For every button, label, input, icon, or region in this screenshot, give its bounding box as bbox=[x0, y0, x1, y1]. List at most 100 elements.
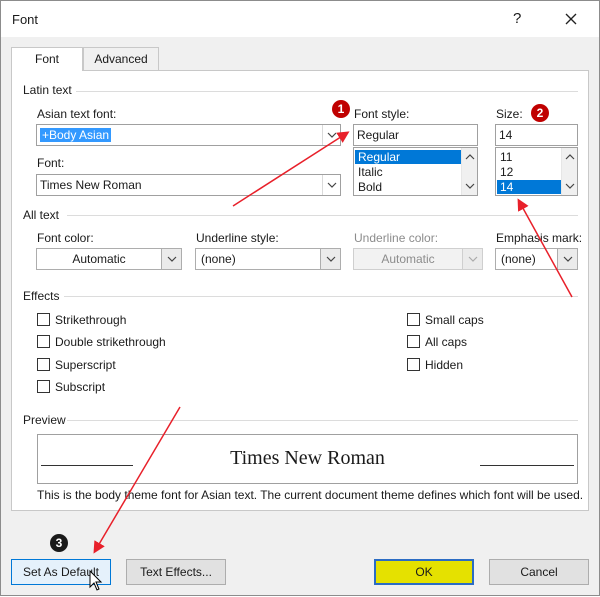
close-button[interactable] bbox=[557, 7, 585, 31]
chevron-down-icon bbox=[563, 256, 572, 262]
chevron-down-icon bbox=[326, 256, 335, 262]
emphasis-mark-value: (none) bbox=[501, 252, 536, 266]
hidden-label[interactable]: Hidden bbox=[425, 358, 463, 372]
asian-font-value: +Body Asian bbox=[40, 128, 112, 142]
underline-color-value: Automatic bbox=[381, 252, 435, 266]
annotation-badge-3: 3 bbox=[50, 534, 68, 552]
underline-color-arrow bbox=[462, 249, 482, 269]
emphasis-mark-dropdown[interactable]: (none) bbox=[495, 248, 578, 270]
font-style-input[interactable]: Regular bbox=[353, 124, 478, 146]
size-label: Size: bbox=[496, 107, 523, 121]
font-style-value: Regular bbox=[357, 128, 400, 142]
tab-font[interactable]: Font bbox=[11, 47, 83, 72]
size-list[interactable]: 11 12 14 bbox=[495, 147, 578, 196]
preview-box: Times New Roman bbox=[37, 434, 578, 484]
scroll-down-button[interactable] bbox=[562, 179, 578, 193]
preview-baseline-right bbox=[480, 465, 574, 466]
all-caps-checkbox[interactable] bbox=[407, 335, 420, 348]
chevron-down-icon bbox=[167, 256, 176, 262]
set-as-default-button[interactable]: Set As Default bbox=[11, 559, 111, 585]
annotation-badge-2: 2 bbox=[531, 104, 549, 122]
emphasis-mark-label: Emphasis mark: bbox=[496, 231, 583, 245]
ok-button[interactable]: OK bbox=[374, 559, 474, 585]
scroll-up-button[interactable] bbox=[462, 150, 478, 164]
size-option[interactable]: 12 bbox=[497, 165, 561, 179]
ok-label: OK bbox=[415, 565, 433, 579]
dialog-title: Font bbox=[12, 12, 39, 27]
chevron-down-icon bbox=[565, 183, 575, 189]
font-style-label: Font style: bbox=[354, 107, 410, 121]
font-style-option[interactable]: Regular bbox=[355, 150, 461, 164]
emphasis-mark-arrow[interactable] bbox=[557, 249, 577, 269]
superscript-checkbox[interactable] bbox=[37, 358, 50, 371]
font-dropdown-arrow[interactable] bbox=[322, 175, 340, 195]
font-color-label: Font color: bbox=[37, 231, 94, 245]
preview-sample-text: Times New Roman bbox=[230, 447, 385, 469]
size-input[interactable]: 14 bbox=[495, 124, 578, 146]
effects-group-label: Effects bbox=[23, 289, 60, 303]
scroll-down-button[interactable] bbox=[462, 179, 478, 193]
size-value: 14 bbox=[499, 128, 513, 142]
underline-color-label: Underline color: bbox=[354, 231, 439, 245]
latin-text-divider bbox=[76, 91, 578, 92]
font-style-option[interactable]: Bold bbox=[355, 180, 461, 194]
preview-group-label: Preview bbox=[23, 413, 66, 427]
asian-font-combo[interactable]: +Body Asian bbox=[36, 124, 341, 146]
text-effects-button[interactable]: Text Effects... bbox=[126, 559, 226, 585]
latin-text-group-label: Latin text bbox=[23, 83, 72, 97]
tab-advanced[interactable]: Advanced bbox=[83, 47, 159, 71]
help-button[interactable]: ? bbox=[513, 10, 521, 27]
scroll-up-button[interactable] bbox=[562, 150, 578, 164]
all-text-group-label: All text bbox=[23, 208, 60, 222]
chevron-up-icon bbox=[565, 154, 575, 160]
chevron-down-icon bbox=[327, 132, 336, 138]
preview-divider bbox=[67, 420, 578, 421]
font-style-scrollbar[interactable] bbox=[461, 148, 477, 195]
font-color-arrow[interactable] bbox=[161, 249, 181, 269]
size-option[interactable]: 11 bbox=[497, 150, 561, 164]
strikethrough-checkbox[interactable] bbox=[37, 313, 50, 326]
font-label: Font: bbox=[37, 156, 65, 170]
superscript-label[interactable]: Superscript bbox=[55, 358, 116, 372]
double-strikethrough-label[interactable]: Double strikethrough bbox=[55, 335, 166, 349]
font-style-option[interactable]: Italic bbox=[355, 165, 461, 179]
hidden-checkbox[interactable] bbox=[407, 358, 420, 371]
title-bar: Font ? bbox=[1, 1, 599, 37]
underline-style-value: (none) bbox=[201, 252, 236, 266]
underline-color-dropdown: Automatic bbox=[353, 248, 483, 270]
subscript-checkbox[interactable] bbox=[37, 380, 50, 393]
asian-font-label: Asian text font: bbox=[37, 107, 117, 121]
all-caps-label[interactable]: All caps bbox=[425, 335, 467, 349]
size-option[interactable]: 14 bbox=[497, 180, 561, 194]
cancel-button[interactable]: Cancel bbox=[489, 559, 589, 585]
underline-style-arrow[interactable] bbox=[320, 249, 340, 269]
close-icon bbox=[565, 13, 577, 25]
tab-advanced-label: Advanced bbox=[94, 52, 148, 66]
all-text-divider bbox=[67, 215, 578, 216]
set-as-default-label: Set As Default bbox=[22, 565, 100, 579]
small-caps-checkbox[interactable] bbox=[407, 313, 420, 326]
effects-divider bbox=[64, 296, 578, 297]
underline-style-dropdown[interactable]: (none) bbox=[195, 248, 341, 270]
subscript-label[interactable]: Subscript bbox=[55, 380, 105, 394]
small-caps-label[interactable]: Small caps bbox=[425, 313, 484, 327]
chevron-up-icon bbox=[465, 154, 475, 160]
cancel-label: Cancel bbox=[520, 565, 558, 579]
text-effects-label: Text Effects... bbox=[140, 565, 212, 579]
chevron-down-icon bbox=[465, 183, 475, 189]
font-color-dropdown[interactable]: Automatic bbox=[36, 248, 182, 270]
chevron-down-icon bbox=[468, 256, 477, 262]
strikethrough-label[interactable]: Strikethrough bbox=[55, 313, 126, 327]
asian-font-dropdown-arrow[interactable] bbox=[322, 125, 340, 145]
size-scrollbar[interactable] bbox=[561, 148, 577, 195]
font-value: Times New Roman bbox=[40, 178, 142, 192]
double-strikethrough-checkbox[interactable] bbox=[37, 335, 50, 348]
annotation-badge-1: 1 bbox=[332, 100, 350, 118]
font-combo[interactable]: Times New Roman bbox=[36, 174, 341, 196]
underline-style-label: Underline style: bbox=[196, 231, 279, 245]
tab-font-label: Font bbox=[34, 52, 59, 66]
font-color-value: Automatic bbox=[72, 252, 126, 266]
font-style-list[interactable]: Regular Italic Bold bbox=[353, 147, 478, 196]
chevron-down-icon bbox=[327, 182, 336, 188]
font-dialog: Font ? Font Advanced Latin text Asian te… bbox=[0, 0, 600, 596]
